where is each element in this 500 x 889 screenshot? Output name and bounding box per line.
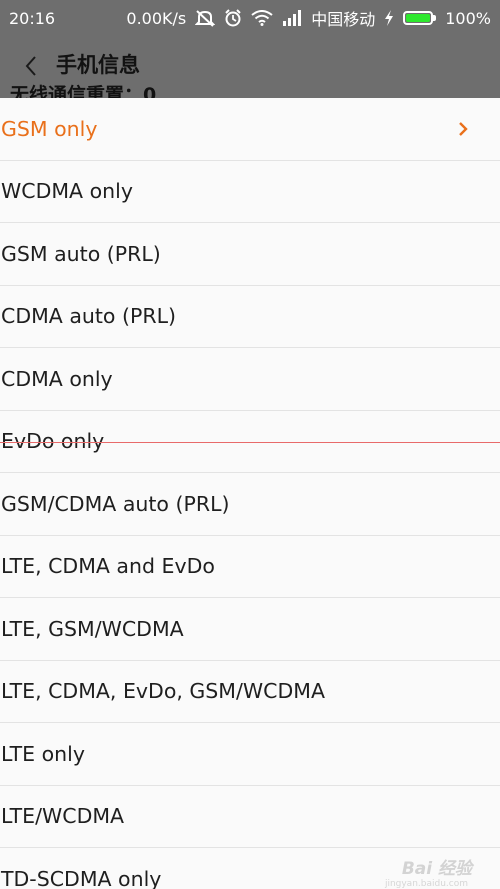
alarm-icon [224,9,242,27]
carrier-name: 中国移动 [311,10,376,29]
watermark-url: jingyan.baidu.com [384,879,468,889]
network-option-label: LTE, CDMA, EvDo, GSM/WCDMA [1,679,325,704]
signal-icon [282,10,302,26]
status-time: 20:16 [9,8,56,28]
chevron-right-icon [459,121,468,136]
mute-vibrate-icon [195,9,216,27]
network-option-label: CDMA only [1,366,113,391]
network-option-label: GSM auto (PRL) [1,241,161,266]
network-option-label: GSM only [1,116,98,141]
network-option-label: GSM/CDMA auto (PRL) [1,491,230,516]
wifi-icon [251,10,273,26]
battery-percent: 100% [445,8,491,28]
network-option[interactable]: GSM/CDMA auto (PRL) [0,473,500,536]
network-option-label: LTE/WCDMA [1,804,125,829]
network-option-label: LTE, GSM/WCDMA [1,616,184,641]
partial-setting-label: 无线通信重置：0 [10,84,157,98]
status-bar: 20:16 0.00K/s 中国移动 100% [0,0,500,36]
title-bar: 手机信息 无线通信重置：0 [0,36,500,98]
network-option[interactable]: LTE/WCDMA [0,786,500,848]
network-option[interactable]: CDMA auto (PRL) [0,286,500,348]
network-option-label: TD-SCDMA only [1,866,162,889]
network-option[interactable]: WCDMA only [0,161,500,223]
network-type-list: GSM only WCDMA only GSM auto (PRL) CDMA aut… [0,98,500,889]
network-option-label: LTE only [1,741,85,766]
network-option[interactable]: LTE, GSM/WCDMA [0,598,500,661]
network-option[interactable]: GSM only [0,98,500,161]
network-option-label: LTE, CDMA and EvDo [1,554,215,579]
network-option-label: CDMA auto (PRL) [1,304,177,329]
network-option[interactable]: CDMA only [0,348,500,411]
network-option-label: WCDMA only [1,179,133,204]
network-option[interactable]: GSM auto (PRL) [0,223,500,286]
annotation-line [0,442,500,443]
battery-icon [403,11,437,25]
watermark: Bai 经验 [401,859,472,879]
status-icons: 0.00K/s 中国移动 100% [126,6,491,30]
network-option[interactable]: LTE only [0,723,500,786]
network-option[interactable]: LTE, CDMA and EvDo [0,536,500,598]
network-speed: 0.00K/s [126,8,187,28]
network-option[interactable]: LTE, CDMA, EvDo, GSM/WCDMA [0,661,500,723]
back-arrow-icon[interactable] [20,53,42,79]
charging-icon [384,10,394,26]
page-title: 手机信息 [56,53,140,77]
